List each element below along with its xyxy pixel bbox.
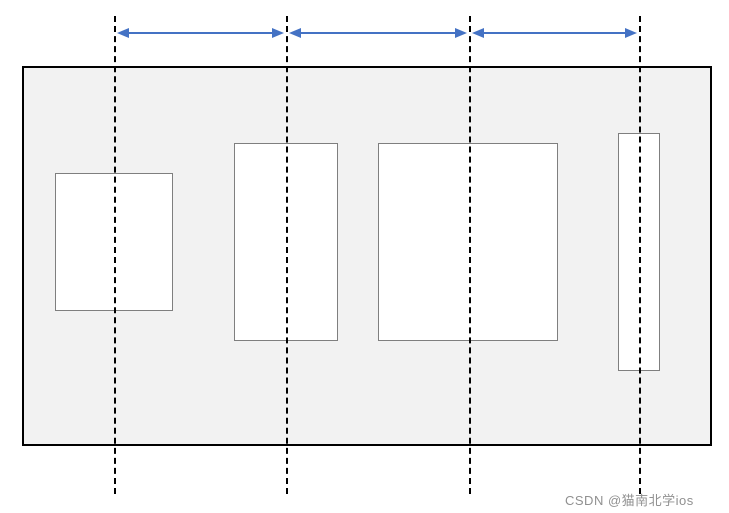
watermark-text: CSDN @猫南北学ios xyxy=(565,490,694,509)
center-guide-3 xyxy=(469,16,471,494)
center-guide-4 xyxy=(639,16,641,494)
layout-item-3 xyxy=(378,143,558,341)
center-guide-1 xyxy=(114,16,116,494)
diagram-canvas: CSDN @猫南北学ios xyxy=(0,0,729,513)
center-guide-2 xyxy=(286,16,288,494)
